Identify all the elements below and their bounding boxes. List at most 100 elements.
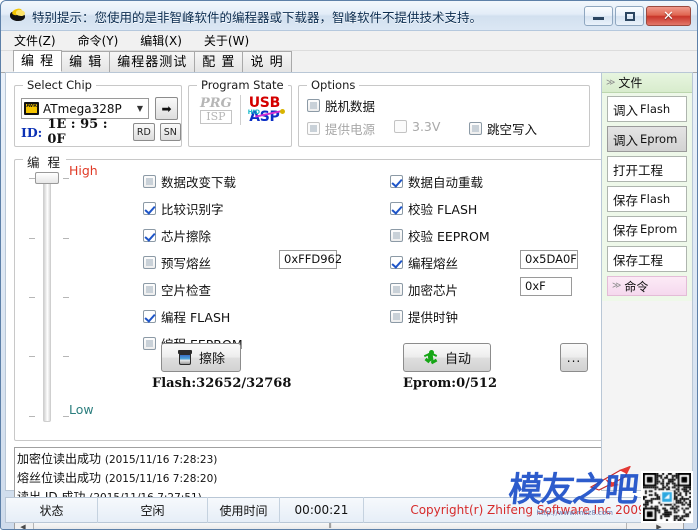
prewrite-fuse-value[interactable]: 0xFFD962 — [279, 250, 342, 269]
chip-id-row: ID: 1E : 95 : 0F RD SN — [21, 117, 181, 147]
erase-button[interactable]: 擦除 — [161, 343, 241, 372]
checkbox-auto-reload-data[interactable] — [390, 175, 403, 188]
programming-title: 编 程 — [23, 152, 66, 171]
checkbox-program-flash[interactable] — [143, 310, 156, 323]
divider — [239, 95, 241, 125]
chevron-collapse-icon: ≫ — [612, 281, 622, 291]
menu-command[interactable]: 命令(Y) — [75, 31, 122, 50]
menu-about[interactable]: 关于(W) — [201, 31, 252, 50]
checkbox-verify-eeprom[interactable] — [390, 229, 403, 242]
minimize-button[interactable] — [584, 6, 613, 26]
tab-programmer-test[interactable]: 编程器测试 — [109, 51, 196, 72]
tab-help[interactable]: 说 明 — [242, 51, 292, 72]
options-title: Options — [307, 78, 360, 92]
option-verify-eeprom-label: 校验 EEPROM — [408, 229, 490, 244]
option-supply-clock-label: 提供时钟 — [408, 310, 459, 325]
main-content: Select Chip ATmega328P ▼ ➡ ID: 1E : 95 :… — [5, 72, 693, 529]
select-chip-title: Select Chip — [23, 78, 96, 92]
option-blank-check[interactable]: 空片检查 — [143, 276, 243, 303]
option-auto-reload-data[interactable]: 数据自动重载 — [390, 168, 490, 195]
side-panel: ≫ 文件 调入 Flash 调入 Eprom 打开工程 保存 Flash 保存 … — [601, 72, 693, 491]
files-group-label: 文件 — [618, 76, 643, 90]
chip-go-button[interactable]: ➡ — [155, 97, 178, 120]
option-compare-signature-label: 比较识别字 — [161, 202, 224, 217]
commands-group-label: 命令 — [624, 279, 649, 294]
option-verify-flash[interactable]: 校验 FLASH — [390, 195, 490, 222]
save-project-label: 保存工程 — [613, 252, 664, 268]
checkbox-offline-data[interactable] — [307, 99, 320, 112]
slider-thumb[interactable] — [35, 172, 59, 184]
menu-bar: 文件(Z) 命令(Y) 编辑(X) 关于(W) — [1, 31, 697, 51]
option-blank-check-label: 空片检查 — [161, 283, 212, 298]
read-id-button[interactable]: RD — [133, 123, 155, 141]
option-supply-clock[interactable]: 提供时钟 — [390, 303, 490, 330]
open-project-label: 打开工程 — [613, 162, 664, 178]
load-flash-button[interactable]: 调入 Flash — [607, 96, 687, 122]
load-flash-suffix: Flash — [640, 102, 671, 116]
checkbox-compare-signature[interactable] — [143, 202, 156, 215]
auto-button[interactable]: 自动 — [403, 343, 491, 372]
checkbox-prewrite-fuse[interactable] — [143, 256, 156, 269]
option-download-on-change[interactable]: 数据改变下载 — [143, 168, 243, 195]
checkbox-program-eeprom[interactable] — [143, 337, 156, 350]
slider-low-label: Low — [69, 402, 94, 417]
checkbox-blank-check[interactable] — [143, 283, 156, 296]
menu-file[interactable]: 文件(Z) — [11, 31, 59, 50]
more-options-button[interactable]: ... — [560, 343, 588, 372]
checkbox-skip-blank-write[interactable] — [469, 122, 482, 135]
chip-select-dropdown[interactable]: ATmega328P ▼ — [21, 98, 149, 119]
window-title: 特别提示：您使用的是非智峰软件的编程器或下载器，智峰软件不提供技术支持。 — [32, 9, 483, 25]
menu-edit[interactable]: 编辑(X) — [137, 31, 185, 50]
checkbox-program-fuse[interactable] — [390, 256, 403, 269]
save-project-button[interactable]: 保存工程 — [607, 246, 687, 272]
option-supply-power[interactable]: 提供电源 — [307, 119, 375, 138]
tab-programming[interactable]: 编 程 — [13, 50, 63, 72]
checkbox-chip-erase[interactable] — [143, 229, 156, 242]
open-project-button[interactable]: 打开工程 — [607, 156, 687, 182]
option-verify-eeprom[interactable]: 校验 EEPROM — [390, 222, 490, 249]
elapsed-time-value: 00:00:21 — [280, 497, 364, 523]
tab-edit[interactable]: 编 辑 — [61, 51, 111, 72]
program-fuse-value[interactable]: 0x5DA0F — [520, 250, 578, 269]
close-button[interactable]: ✕ — [646, 6, 691, 26]
option-skip-blank-write[interactable]: 跳空写入 — [469, 119, 537, 138]
option-compare-signature[interactable]: 比较识别字 — [143, 195, 243, 222]
log-line-text: 熔丝位读出成功 — [17, 471, 102, 485]
option-program-flash[interactable]: 编程 FLASH — [143, 303, 243, 330]
option-offline-data[interactable]: 脱机数据 — [307, 96, 375, 115]
serial-number-button[interactable]: SN — [159, 123, 181, 141]
copyright-text: Copyright(r) Zhifeng Software Inc 2009 — [410, 503, 646, 517]
eprom-usage-label: Eprom:0/512 — [403, 376, 498, 391]
checkbox-verify-flash[interactable] — [390, 202, 403, 215]
maximize-button[interactable] — [615, 6, 644, 26]
option-3v3[interactable]: 3.3V — [394, 119, 440, 134]
option-prewrite-fuse[interactable]: 预写熔丝 — [143, 249, 243, 276]
application-window: 特别提示：您使用的是非智峰软件的编程器或下载器，智峰软件不提供技术支持。 ✕ 文… — [0, 0, 698, 530]
prg-isp-logo: PRG ISP — [200, 97, 232, 124]
checkbox-3v3[interactable] — [394, 120, 407, 133]
programming-options-right: 数据自动重载 校验 FLASH 校验 EEPROM 编程熔丝 加密芯片 提供时钟 — [390, 168, 490, 330]
commands-group-header[interactable]: ≫ 命令 — [607, 276, 687, 296]
chip-id-label: ID: — [21, 124, 43, 140]
checkbox-download-on-change[interactable] — [143, 175, 156, 188]
select-chip-group: Select Chip ATmega328P ▼ ➡ ID: 1E : 95 :… — [14, 78, 182, 147]
load-eeprom-button[interactable]: 调入 Eprom — [607, 126, 687, 152]
speed-slider[interactable] — [25, 170, 73, 426]
minimize-icon — [593, 17, 604, 20]
option-chip-erase[interactable]: 芯片擦除 — [143, 222, 243, 249]
option-chip-erase-label: 芯片擦除 — [161, 229, 212, 244]
checkbox-lock-chip[interactable] — [390, 283, 403, 296]
lock-chip-value[interactable]: 0xF — [520, 277, 572, 296]
option-program-fuse[interactable]: 编程熔丝 — [390, 249, 490, 276]
files-group-header[interactable]: ≫ 文件 — [602, 73, 692, 93]
checkbox-supply-clock[interactable] — [390, 310, 403, 323]
save-flash-button[interactable]: 保存 Flash — [607, 186, 687, 212]
option-lock-chip[interactable]: 加密芯片 — [390, 276, 490, 303]
status-label: 状态 — [6, 497, 98, 523]
chip-icon — [24, 102, 39, 115]
checkbox-supply-power[interactable] — [307, 122, 320, 135]
save-eeprom-button[interactable]: 保存 Eprom — [607, 216, 687, 242]
option-3v3-label: 3.3V — [412, 119, 441, 134]
files-group-body: 调入 Flash 调入 Eprom 打开工程 保存 Flash 保存 Eprom… — [602, 93, 692, 301]
tab-config[interactable]: 配 置 — [194, 51, 244, 72]
